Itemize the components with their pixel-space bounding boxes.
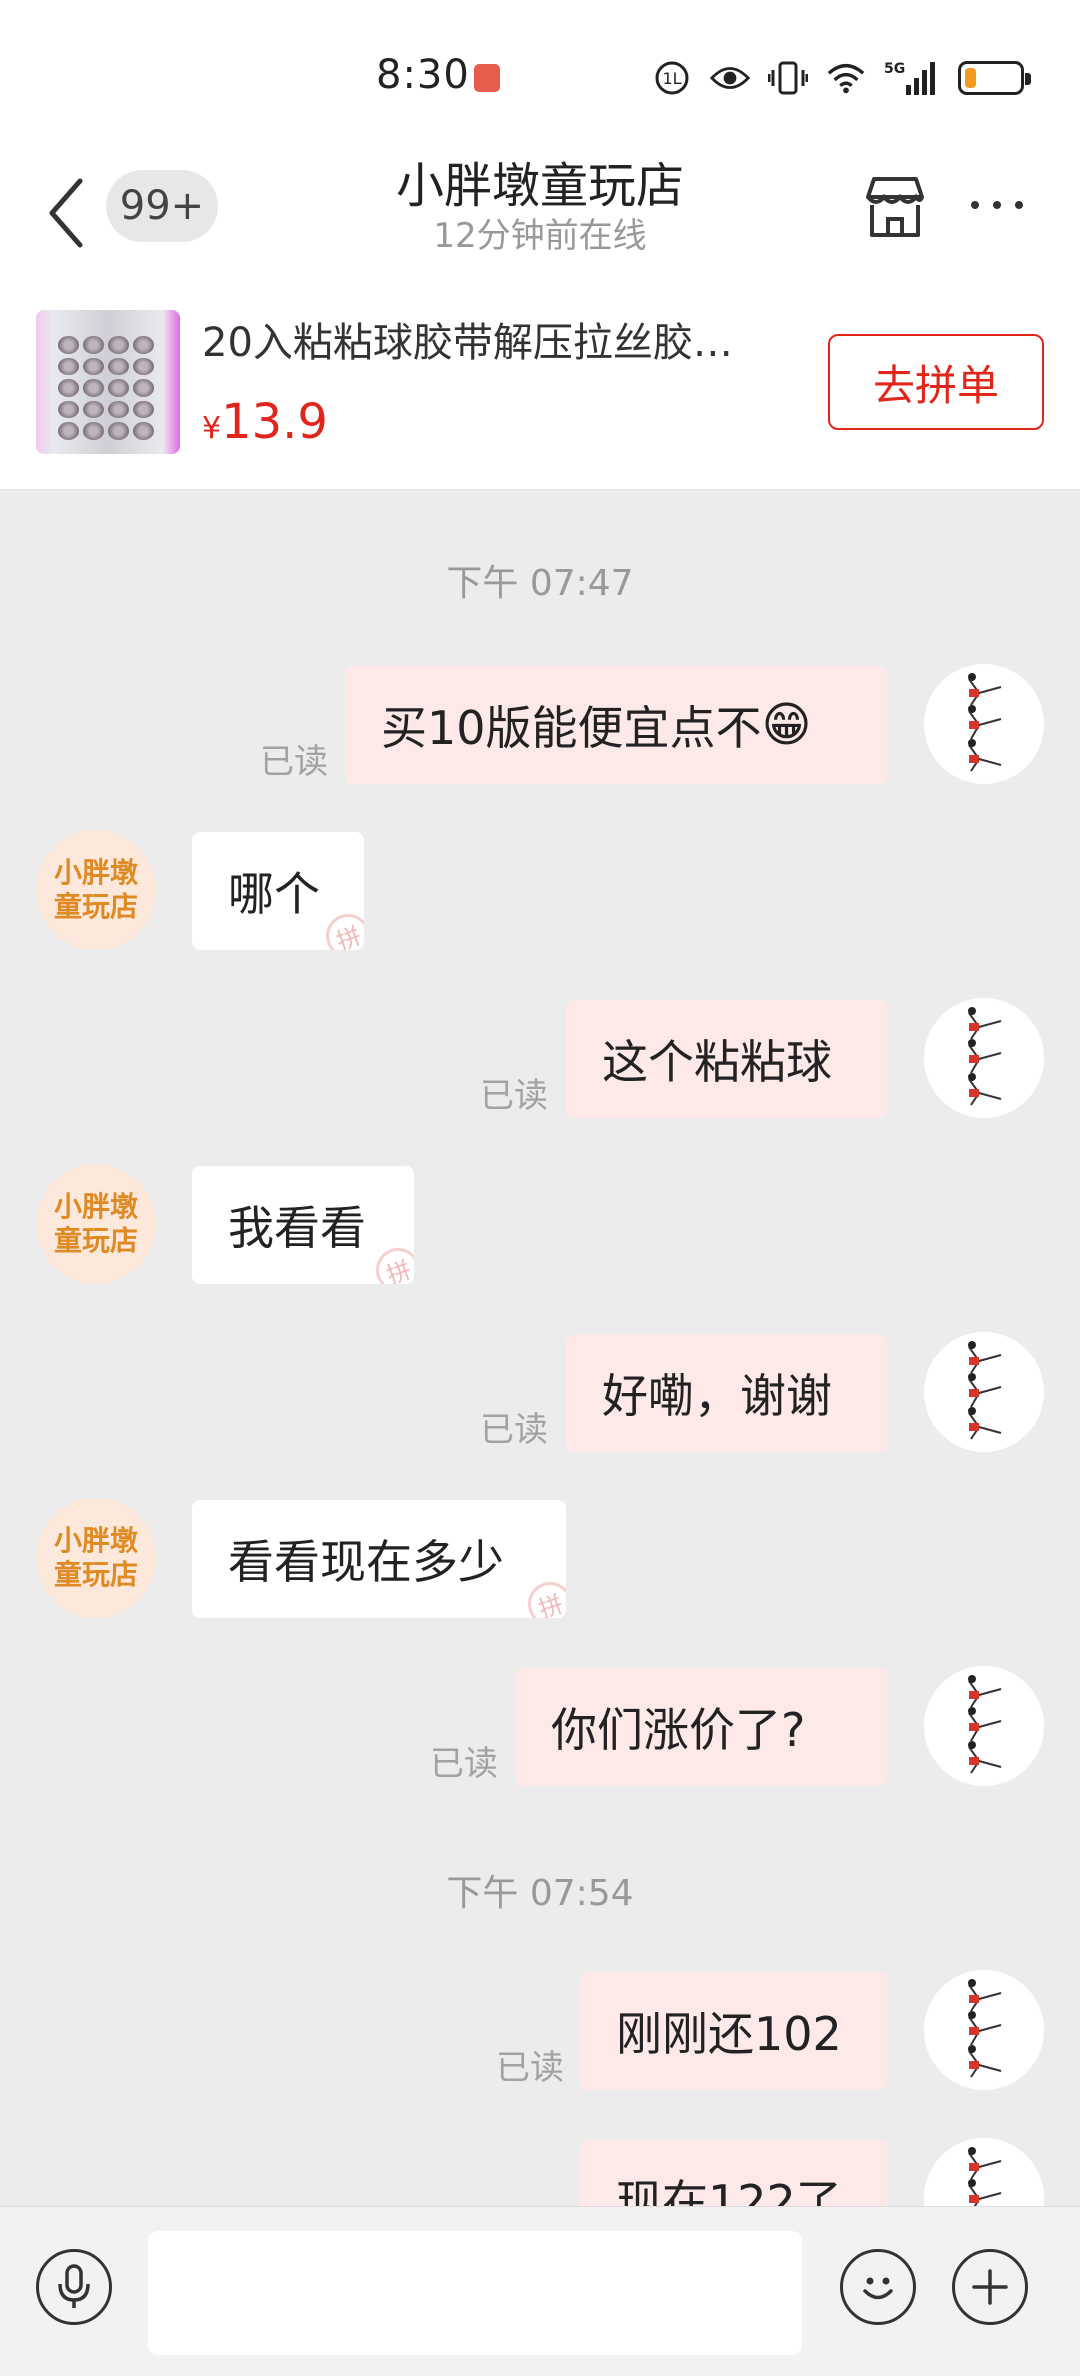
message-text: 我看看 — [228, 1201, 366, 1255]
message-bubble-incoming[interactable]: 看看现在多少拼 — [192, 1500, 566, 1618]
hd-call-icon: 1L — [652, 58, 692, 98]
message-text: 哪个 — [228, 867, 320, 921]
message-text: 刚刚还102 — [616, 2007, 842, 2061]
message-bubble-incoming[interactable]: 我看看拼 — [192, 1166, 414, 1284]
watermark-icon: 拼 — [369, 1241, 414, 1284]
status-icons: 1L 5G — [652, 56, 1031, 100]
product-title[interactable]: 20入粘粘球胶带解压拉丝胶… — [202, 310, 802, 368]
message-bubble-incoming[interactable]: 哪个拼 — [192, 832, 364, 950]
svg-text:1L: 1L — [662, 69, 681, 88]
product-image[interactable] — [36, 310, 180, 454]
user-avatar[interactable] — [924, 1970, 1044, 2090]
read-status: 已读 — [430, 1744, 498, 1784]
status-bar: 8:30 1L 5G — [0, 0, 1080, 140]
read-status: 已读 — [496, 2048, 564, 2088]
eye-icon — [710, 58, 750, 98]
voice-button[interactable] — [36, 2249, 112, 2325]
user-avatar[interactable] — [924, 2138, 1044, 2206]
product-price: ¥13.9 — [202, 394, 328, 450]
more-actions-button[interactable] — [952, 2249, 1028, 2325]
chat-header: 99+ 小胖墩童玩店 12分钟前在线 — [0, 140, 1080, 290]
battery-icon — [958, 61, 1031, 95]
notification-icon — [474, 64, 500, 92]
read-status: 已读 — [480, 1076, 548, 1116]
message-bubble-outgoing[interactable]: 买10版能便宜点不 😁 — [345, 666, 887, 784]
status-time: 8:30 — [376, 52, 470, 98]
timestamp: 下午 07:47 — [446, 563, 634, 604]
timestamp: 下午 07:54 — [446, 1873, 634, 1914]
message-bubble-outgoing[interactable]: 刚刚还102 — [580, 1972, 887, 2090]
wifi-icon — [826, 58, 866, 98]
watermark-icon: 拼 — [521, 1575, 566, 1618]
group-buy-button[interactable]: 去拼单 — [828, 334, 1044, 430]
message-input[interactable] — [148, 2231, 802, 2355]
message-text: 买10版能便宜点不 — [381, 701, 762, 755]
message-bubble-outgoing[interactable]: 你们涨价了? — [515, 1668, 887, 1786]
message-bubble-outgoing[interactable]: 好嘞，谢谢 — [566, 1334, 887, 1452]
shop-avatar-text: 小胖墩童玩店 — [53, 1190, 138, 1257]
message-text: 现在122了 — [616, 2175, 842, 2206]
message-bubble-outgoing[interactable]: 这个粘粘球 — [566, 1000, 887, 1118]
watermark-icon: 拼 — [319, 907, 364, 950]
shop-avatar-text: 小胖墩童玩店 — [53, 1524, 138, 1591]
currency-symbol: ¥ — [202, 411, 222, 446]
shop-avatar-text: 小胖墩童玩店 — [53, 856, 138, 923]
read-status: 已读 — [480, 1410, 548, 1450]
user-avatar[interactable] — [924, 1666, 1044, 1786]
message-text: 你们涨价了? — [551, 1703, 806, 1757]
shop-avatar[interactable]: 小胖墩童玩店 — [36, 830, 156, 950]
message-text: 好嘞，谢谢 — [602, 1369, 832, 1423]
product-card[interactable]: 20入粘粘球胶带解压拉丝胶… ¥13.9 去拼单 — [0, 290, 1080, 490]
signal-icon: 5G — [884, 58, 936, 98]
message-text: 看看现在多少 — [228, 1535, 504, 1589]
grin-emoji: 😁 — [761, 697, 812, 753]
plus-icon — [972, 2269, 1008, 2305]
input-bar — [0, 2206, 1080, 2376]
more-button[interactable] — [960, 180, 1034, 230]
emoji-button[interactable] — [840, 2249, 916, 2325]
emoji-icon — [863, 2277, 893, 2300]
read-status: 已读 — [260, 742, 328, 782]
user-avatar[interactable] — [924, 998, 1044, 1118]
more-icon — [971, 201, 979, 209]
chat-area[interactable]: 下午 07:47 已读 买10版能便宜点不 😁 小胖墩童玩店 哪个拼 已读 这个粘… — [0, 490, 1080, 2206]
battery-level — [965, 68, 976, 88]
shop-avatar[interactable]: 小胖墩童玩店 — [36, 1498, 156, 1618]
price-value: 13.9 — [221, 394, 328, 450]
microphone-icon — [58, 2264, 90, 2308]
shop-avatar[interactable]: 小胖墩童玩店 — [36, 1164, 156, 1284]
message-bubble-outgoing[interactable]: 现在122了 — [580, 2140, 887, 2206]
store-button[interactable] — [858, 170, 932, 244]
svg-text:5G: 5G — [884, 61, 905, 77]
store-icon — [866, 177, 924, 237]
vibrate-icon — [768, 58, 808, 98]
message-text: 这个粘粘球 — [602, 1035, 832, 1089]
user-avatar[interactable] — [924, 1332, 1044, 1452]
user-avatar[interactable] — [924, 664, 1044, 784]
